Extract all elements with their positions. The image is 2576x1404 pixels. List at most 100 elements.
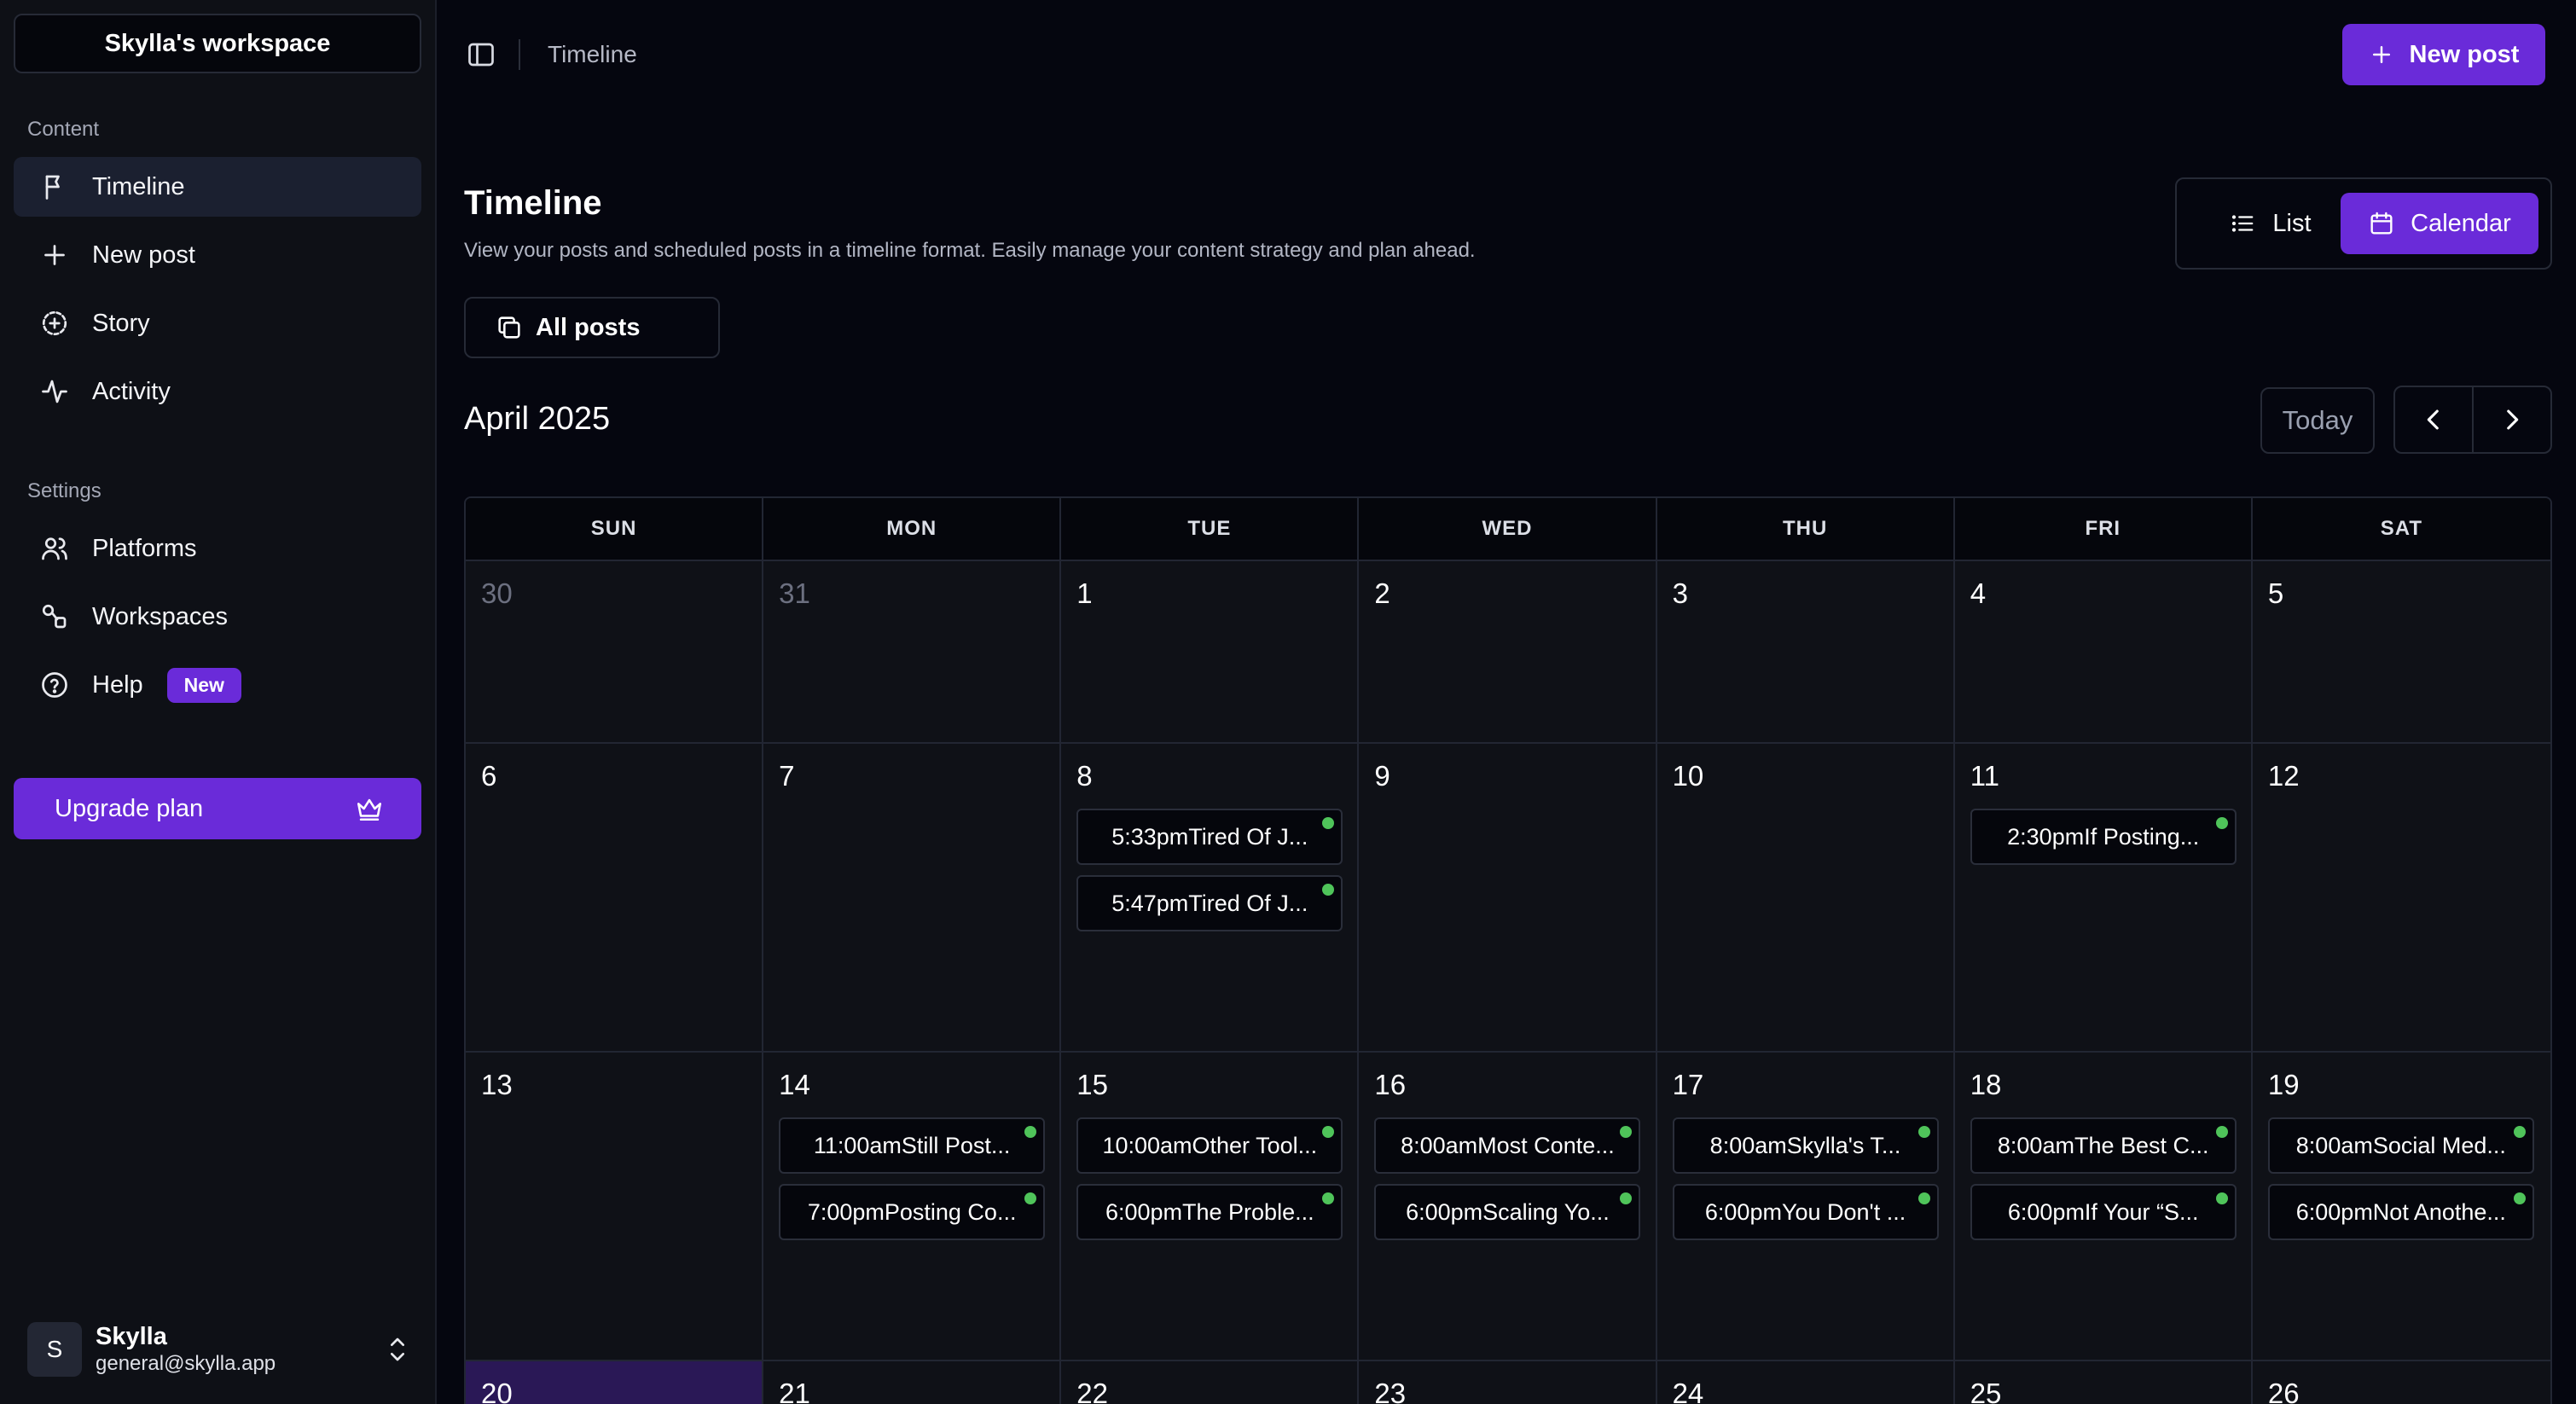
scheduled-post[interactable]: 6:00pmThe Proble... — [1076, 1184, 1343, 1240]
previous-month-button[interactable] — [2395, 387, 2474, 452]
weekday-tue: TUE — [1061, 498, 1360, 560]
sidebar-item-activity[interactable]: Activity — [14, 362, 421, 421]
workspace-name: Skylla's workspace — [104, 29, 331, 57]
calendar-day-cell[interactable]: 13 — [466, 1053, 764, 1361]
sidebar-item-platforms[interactable]: Platforms — [14, 519, 421, 578]
scheduled-post[interactable]: 7:00pmPosting Co... — [779, 1184, 1046, 1240]
day-number: 13 — [481, 1069, 513, 1100]
scheduled-post[interactable]: 6:00pmYou Don't ... — [1672, 1184, 1939, 1240]
today-button[interactable]: Today — [2260, 387, 2375, 454]
scheduled-post[interactable]: 6:00pmScaling Yo... — [1374, 1184, 1641, 1240]
calendar-day-cell[interactable]: 1 — [1061, 561, 1360, 744]
sidebar-item-label: Platforms — [92, 534, 197, 562]
day-events: 11:00amStill Post... 7:00pmPosting Co... — [777, 1117, 1046, 1240]
sidebar-toggle-icon[interactable] — [466, 39, 496, 70]
day-number: 16 — [1374, 1069, 1407, 1100]
sidebar-item-story[interactable]: Story — [14, 293, 421, 353]
users-icon — [42, 537, 67, 560]
status-dot — [1024, 1192, 1037, 1204]
calendar-day-cell[interactable]: 8 5:33pmTired Of J... 5:47pmTired Of J... — [1061, 744, 1360, 1053]
calendar-day-cell[interactable]: 22 — [1061, 1361, 1360, 1404]
scheduled-post[interactable]: 8:00amSkylla's T... — [1672, 1117, 1939, 1174]
scheduled-post-label: 5:47pmTired Of J... — [1111, 890, 1308, 916]
calendar-day-cell[interactable]: 10 — [1656, 744, 1955, 1053]
status-dot — [1024, 1126, 1037, 1138]
calendar-day-cell[interactable]: 7 — [763, 744, 1062, 1053]
calendar-day-cell[interactable]: 23 — [1359, 1361, 1657, 1404]
month-navigation — [2393, 386, 2552, 454]
scheduled-post[interactable]: 6:00pmNot Anothe... — [2267, 1184, 2534, 1240]
day-number: 4 — [1970, 577, 1987, 609]
next-month-button[interactable] — [2474, 387, 2550, 452]
scheduled-post[interactable]: 6:00pmIf Your “S... — [1970, 1184, 2237, 1240]
calendar-day-cell[interactable]: 18 8:00amThe Best C... 6:00pmIf Your “S... — [1954, 1053, 2253, 1361]
status-dot — [1322, 884, 1335, 896]
calendar-day-cell[interactable]: 5 — [2252, 561, 2550, 744]
sidebar-item-label: Story — [92, 309, 150, 337]
calendar-day-cell[interactable]: 16 8:00amMost Conte... 6:00pmScaling Yo... — [1359, 1053, 1657, 1361]
user-name: Skylla — [96, 1323, 167, 1350]
sidebar-item-workspaces[interactable]: Workspaces — [14, 587, 421, 647]
view-toggle: List Calendar — [2175, 177, 2552, 270]
scheduled-post[interactable]: 8:00amThe Best C... — [1970, 1117, 2237, 1174]
scheduled-post[interactable]: 5:47pmTired Of J... — [1076, 875, 1343, 931]
sidebar-item-new-post[interactable]: New post — [14, 225, 421, 285]
calendar-day-cell[interactable]: 21 — [763, 1361, 1062, 1404]
calendar-view-button[interactable]: Calendar — [2341, 193, 2538, 254]
scheduled-post-label: 6:00pmYou Don't ... — [1704, 1198, 1906, 1225]
day-number: 14 — [779, 1069, 810, 1100]
calendar-day-cell[interactable]: 31 — [763, 561, 1062, 744]
chevron-left-icon — [2427, 409, 2439, 430]
scheduled-post-label: 6:00pmIf Your “S... — [2007, 1198, 2199, 1225]
sidebar-item-timeline[interactable]: Timeline — [14, 157, 421, 217]
weekday-fri: FRI — [1955, 498, 2253, 560]
all-posts-filter[interactable]: All posts — [464, 297, 720, 358]
page-title: Timeline — [464, 184, 602, 222]
calendar-day-cell[interactable]: 12 — [2252, 744, 2550, 1053]
scheduled-post-label: 8:00amMost Conte... — [1401, 1132, 1615, 1158]
calendar-day-cell[interactable]: 30 — [466, 561, 764, 744]
workspace-switcher[interactable]: Skylla's workspace — [14, 14, 421, 73]
day-events: 10:00amOther Tool... 6:00pmThe Proble... — [1075, 1117, 1343, 1240]
status-dot — [2513, 1192, 2526, 1204]
calendar-day-cell[interactable]: 17 8:00amSkylla's T... 6:00pmYou Don't ... — [1656, 1053, 1955, 1361]
new-post-button[interactable]: New post — [2342, 24, 2545, 85]
user-menu[interactable]: S Skylla general@skylla.app — [27, 1320, 411, 1378]
scheduled-post-label: 8:00amSkylla's T... — [1709, 1132, 1901, 1158]
day-number: 30 — [481, 577, 513, 609]
sidebar: Skylla's workspace Content Timeline New … — [0, 0, 437, 1404]
upgrade-plan-button[interactable]: Upgrade plan — [14, 778, 421, 839]
calendar-day-cell[interactable]: 6 — [466, 744, 764, 1053]
scheduled-post[interactable]: 8:00amMost Conte... — [1374, 1117, 1641, 1174]
content-section-label: Content — [27, 118, 100, 141]
calendar-day-cell[interactable]: 2 — [1359, 561, 1657, 744]
scheduled-post[interactable]: 11:00amStill Post... — [779, 1117, 1046, 1174]
calendar-day-cell[interactable]: 24 — [1656, 1361, 1955, 1404]
calendar-day-cell[interactable]: 3 — [1656, 561, 1955, 744]
calendar-day-cell[interactable]: 19 8:00amSocial Med... 6:00pmNot Anothe... — [2252, 1053, 2550, 1361]
calendar-day-cell[interactable]: 20 — [466, 1361, 764, 1404]
calendar-day-cell[interactable]: 14 11:00amStill Post... 7:00pmPosting Co..… — [763, 1053, 1062, 1361]
new-post-label: New post — [2409, 40, 2520, 68]
day-number: 2 — [1374, 577, 1390, 609]
calendar-day-cell[interactable]: 15 10:00amOther Tool... 6:00pmThe Proble..… — [1061, 1053, 1360, 1361]
day-number: 12 — [2267, 760, 2300, 792]
user-email: general@skylla.app — [96, 1352, 276, 1375]
weekday-sun: SUN — [466, 498, 764, 560]
list-view-button[interactable]: List — [2211, 193, 2330, 254]
calendar-day-cell[interactable]: 9 — [1359, 744, 1657, 1053]
day-number: 7 — [779, 760, 795, 792]
filter-label: All posts — [536, 313, 641, 341]
calendar-day-cell[interactable]: 11 2:30pmIf Posting... — [1954, 744, 2253, 1053]
scheduled-post[interactable]: 5:33pmTired Of J... — [1076, 809, 1343, 865]
sidebar-item-help[interactable]: Help New — [14, 655, 421, 715]
day-events: 8:00amSocial Med... 6:00pmNot Anothe... — [2266, 1117, 2537, 1240]
scheduled-post[interactable]: 8:00amSocial Med... — [2267, 1117, 2534, 1174]
calendar-day-cell[interactable]: 25 — [1954, 1361, 2253, 1404]
calendar-day-cell[interactable]: 26 — [2252, 1361, 2550, 1404]
calendar-day-cell[interactable]: 4 — [1954, 561, 2253, 744]
scheduled-post[interactable]: 10:00amOther Tool... — [1076, 1117, 1343, 1174]
scheduled-post[interactable]: 2:30pmIf Posting... — [1970, 809, 2237, 865]
day-events: 5:33pmTired Of J... 5:47pmTired Of J... — [1075, 809, 1343, 931]
chevron-right-icon — [2507, 409, 2519, 430]
